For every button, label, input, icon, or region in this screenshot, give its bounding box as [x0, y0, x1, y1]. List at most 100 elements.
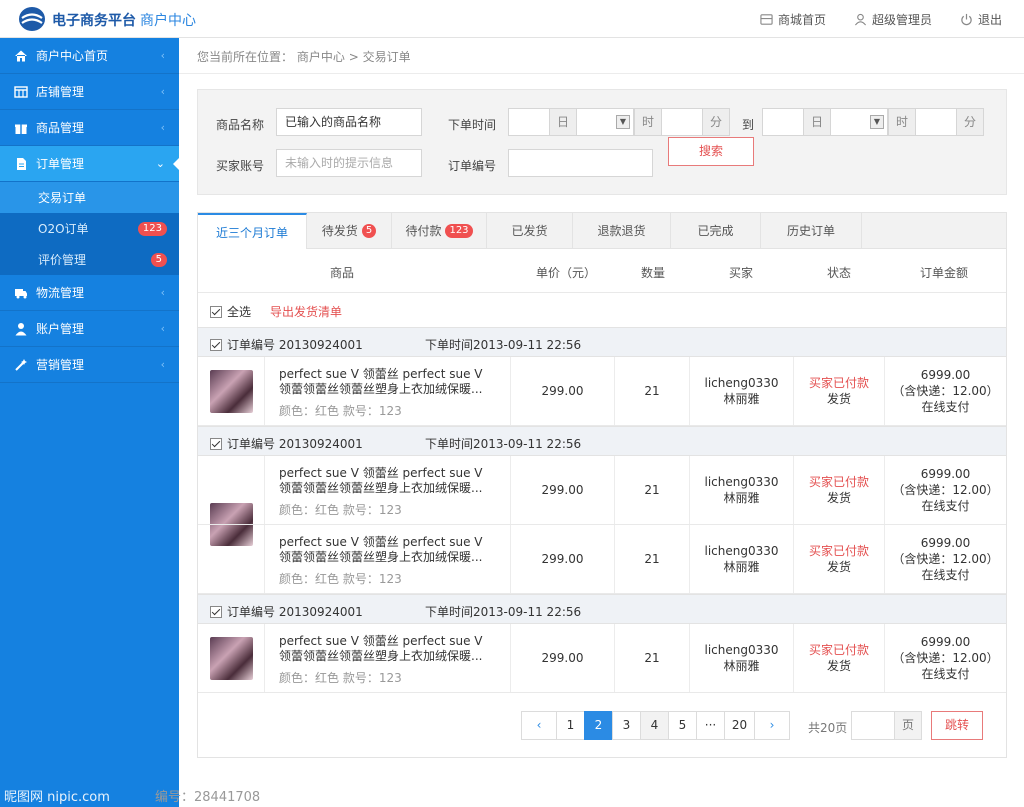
- order-number: 订单编号 20130924001: [227, 338, 363, 352]
- table-header: 商品 单价（元） 数量 买家 状态 订单金额: [198, 249, 1006, 293]
- tab-recent-three-months[interactable]: 近三个月订单: [198, 213, 307, 249]
- buyer-cell: licheng0330 林丽雅: [690, 357, 794, 425]
- unit-price: 299.00: [541, 384, 584, 398]
- subitem-label: 评价管理: [38, 253, 87, 267]
- breadcrumb-separator: >: [348, 50, 359, 64]
- checkbox[interactable]: [210, 605, 222, 618]
- brand-name: 电子商务平台: [52, 13, 136, 29]
- product-cell: [198, 456, 511, 524]
- tab-refund-return[interactable]: 退款退货: [573, 213, 671, 248]
- magic-icon: [15, 358, 27, 371]
- order-select[interactable]: 订单编号 20130924001: [210, 336, 363, 353]
- product-name-input[interactable]: 已输入的商品名称: [276, 108, 422, 136]
- checkbox[interactable]: [210, 437, 222, 450]
- ship-action[interactable]: 发货: [794, 659, 884, 674]
- search-button[interactable]: 搜索: [668, 137, 754, 166]
- page-ellipsis: ···: [696, 711, 725, 740]
- breadcrumb-prefix: 您当前所在位置：: [197, 50, 294, 64]
- buyer-id: licheng0330: [704, 376, 779, 390]
- store-home-link[interactable]: 商城首页: [760, 11, 826, 28]
- chevron-left-icon: ‹: [160, 286, 165, 299]
- page-button[interactable]: 5: [668, 711, 697, 740]
- shipping-fee: （含快递：12.00）: [892, 651, 999, 665]
- payment-method: 在线支付: [921, 667, 970, 681]
- start-day-select[interactable]: ▼: [576, 108, 634, 136]
- sidebar-item-marketing[interactable]: 营销管理 ‹: [0, 347, 179, 383]
- admin-user-link[interactable]: 超级管理员: [854, 11, 932, 28]
- next-page-button[interactable]: ›: [754, 711, 790, 740]
- chevron-down-icon: ▼: [870, 115, 884, 129]
- amount-cell: 6999.00 （含快递：12.00） 在线支付: [885, 624, 1006, 692]
- page-unit-label: 页: [894, 711, 922, 740]
- tab-shipped[interactable]: 已发货: [487, 213, 573, 248]
- select-all-label: 全选: [227, 305, 252, 319]
- document-icon: [17, 157, 26, 170]
- order-select[interactable]: 订单编号 20130924001: [210, 435, 363, 452]
- table-row: perfect sue V 领蕾丝 perfect sue V 领蕾领蕾丝领蕾丝…: [198, 525, 1006, 594]
- sidebar-subitem-reviews[interactable]: 评价管理 5: [0, 244, 179, 275]
- ship-action[interactable]: 发货: [794, 392, 884, 407]
- checkbox[interactable]: [210, 305, 222, 318]
- ship-action[interactable]: 发货: [794, 560, 884, 575]
- sidebar-item-label: 营销管理: [36, 358, 85, 372]
- start-date-input[interactable]: [508, 108, 550, 136]
- end-day-select[interactable]: ▼: [830, 108, 888, 136]
- tab-history-orders[interactable]: 历史订单: [761, 213, 862, 248]
- page-button[interactable]: 20: [724, 711, 755, 740]
- page-number-input[interactable]: [851, 711, 895, 740]
- checkbox[interactable]: [210, 338, 222, 351]
- top-bar: 电子商务平台 商户中心 商城首页 超级管理员 退出: [0, 0, 1024, 38]
- jump-button[interactable]: 跳转: [931, 711, 983, 740]
- prev-page-button[interactable]: ‹: [521, 711, 557, 740]
- breadcrumb-level2: 交易订单: [362, 50, 411, 64]
- ship-action[interactable]: 发货: [794, 491, 884, 506]
- quantity-cell: 21: [615, 624, 690, 692]
- start-hour-input[interactable]: [661, 108, 703, 136]
- tab-pending-payment[interactable]: 待付款 123: [392, 213, 487, 248]
- brand-title[interactable]: 电子商务平台 商户中心: [52, 10, 196, 30]
- sidebar-item-logistics[interactable]: 物流管理 ‹: [0, 275, 179, 311]
- buyer-name: 林丽雅: [723, 491, 760, 505]
- status-cell: 买家已付款 发货: [794, 456, 885, 524]
- order-number-input[interactable]: [508, 149, 653, 177]
- order-tabs: 近三个月订单 待发货 5 待付款 123 已发货 退款退货 已完成 历史订单: [198, 213, 1006, 249]
- sidebar-item-home[interactable]: 商户中心首页 ‹: [0, 38, 179, 74]
- sidebar-subitem-o2o-orders[interactable]: O2O订单 123: [0, 213, 179, 244]
- export-shipping-list-link[interactable]: 导出发货清单: [270, 303, 342, 320]
- hour-unit: 时: [888, 108, 916, 136]
- buyer-account-input[interactable]: 未输入时的提示信息: [276, 149, 422, 177]
- column-header: 单价（元）: [536, 266, 597, 280]
- end-hour-input[interactable]: [915, 108, 957, 136]
- price-cell: 299.00: [511, 624, 615, 692]
- tab-label: 已完成: [697, 224, 734, 238]
- sidebar-subitem-trade-orders[interactable]: 交易订单: [0, 182, 179, 213]
- sidebar-item-store[interactable]: 店铺管理 ‹: [0, 74, 179, 110]
- shipping-fee: （含快递：12.00）: [892, 483, 999, 497]
- product-name-label: 商品名称: [216, 118, 265, 132]
- price-cell: 299.00: [511, 357, 615, 425]
- quantity: 21: [644, 651, 660, 665]
- page-button[interactable]: 1: [556, 711, 585, 740]
- order-amount: 6999.00: [920, 536, 971, 550]
- breadcrumb: 您当前所在位置： 商户中心 > 交易订单: [197, 48, 411, 65]
- sidebar-item-products[interactable]: 商品管理 ‹: [0, 110, 179, 146]
- page-button[interactable]: 3: [612, 711, 641, 740]
- chevron-down-icon: ⌄: [155, 157, 165, 170]
- order-select[interactable]: 订单编号 20130924001: [210, 603, 363, 620]
- select-all[interactable]: 全选: [210, 303, 251, 320]
- count-badge: 5: [361, 223, 377, 238]
- page-button-current[interactable]: 2: [584, 711, 613, 740]
- end-date-input[interactable]: [762, 108, 804, 136]
- tab-completed[interactable]: 已完成: [671, 213, 761, 248]
- page-button[interactable]: 4: [640, 711, 669, 740]
- order-status: 买家已付款: [808, 643, 869, 657]
- count-badge: 5: [150, 252, 167, 267]
- logout-link[interactable]: 退出: [960, 11, 1002, 28]
- table-row: perfect sue V 领蕾丝 perfect sue V 领蕾领蕾丝领蕾丝…: [198, 456, 1006, 525]
- breadcrumb-level1[interactable]: 商户中心: [297, 50, 345, 64]
- tab-pending-shipment[interactable]: 待发货 5: [307, 213, 392, 248]
- table-row: perfect sue V 领蕾丝 perfect sue V 领蕾领蕾丝领蕾丝…: [198, 357, 1006, 426]
- sidebar-item-account[interactable]: 账户管理 ‹: [0, 311, 179, 347]
- order-status: 买家已付款: [808, 544, 869, 558]
- sidebar-item-orders[interactable]: 订单管理 ⌄: [0, 146, 180, 182]
